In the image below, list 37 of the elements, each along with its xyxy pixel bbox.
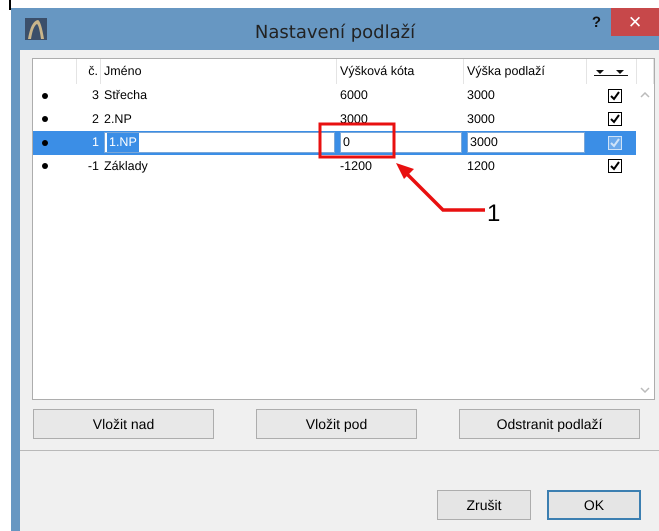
table-cell-text: -1 <box>88 158 99 175</box>
table-cell-text: 3000 <box>467 87 495 104</box>
table-row[interactable] <box>33 131 77 154</box>
checkbox[interactable] <box>608 159 622 174</box>
table-cell-text: 2.NP <box>104 110 132 128</box>
column-header[interactable]: Výška podlaží <box>467 62 545 81</box>
action-button[interactable]: Odstranit podlaží <box>459 409 640 439</box>
table-cell-text: Základy <box>104 158 148 175</box>
action-button[interactable]: Vložit nad <box>33 409 214 439</box>
column-header[interactable]: Výšková kóta <box>340 62 414 81</box>
arch-logo-icon <box>25 18 47 40</box>
dialog-button[interactable]: Zrušit <box>437 490 531 520</box>
filter-icon[interactable] <box>594 68 628 76</box>
action-button[interactable]: Vložit pod <box>256 409 417 439</box>
table-cell-text: 1200 <box>467 158 495 175</box>
dialog-button[interactable]: OK <box>547 490 641 520</box>
table-cell-text: 2 <box>92 110 99 128</box>
bullet-icon <box>42 140 48 146</box>
bullet-icon <box>42 163 48 170</box>
window-title: Nastavení podlaží <box>254 21 416 45</box>
help-button[interactable]: ? <box>592 12 601 34</box>
bullet-icon <box>42 92 48 99</box>
column-header[interactable]: č. <box>88 62 98 81</box>
table-cell-text: 3 <box>92 87 99 104</box>
column-header[interactable]: Jméno <box>104 62 142 81</box>
table-cell-text: Střecha <box>104 87 148 104</box>
annotation-label: 1 <box>487 199 500 229</box>
table-cell-text: 1 <box>92 134 99 152</box>
table-cell-text: 3000 <box>467 110 495 128</box>
table-cell-text: -1200 <box>340 158 372 175</box>
checkbox[interactable] <box>608 88 622 103</box>
value-field[interactable]: 0 <box>340 132 462 154</box>
checkbox[interactable] <box>608 112 622 126</box>
bullet-icon <box>42 116 48 122</box>
table-cell-text: 6000 <box>340 87 368 104</box>
value-field[interactable]: 3000 <box>467 132 585 154</box>
close-button[interactable]: × <box>611 8 659 36</box>
